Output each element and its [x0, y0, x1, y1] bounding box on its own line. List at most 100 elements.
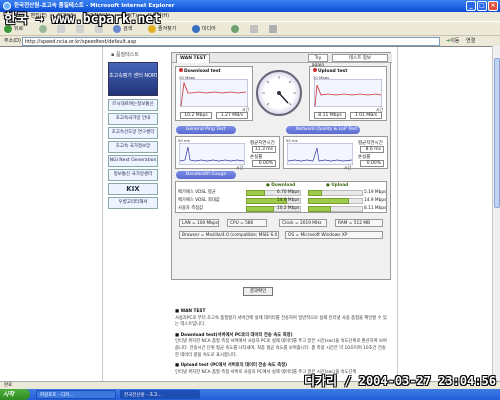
address-label: 주소(D) [4, 38, 21, 44]
sidebar-item-research-center[interactable]: 초고속선도망 연구센터 [108, 127, 158, 139]
ping-right-avg: 8.6 ms [360, 146, 384, 153]
download-test-text: 인터넷 위지한 NCA 품질 측정 서버에서 사용자 PC로 실제 데이터를 주… [175, 339, 387, 358]
ping-graph-left: 50 ms 시간 평균지연시간 11.3 ms 손실률 0.00% [175, 136, 280, 170]
scrollbar-thumb[interactable] [494, 58, 500, 208]
result-row-1: 메가패스 VDSL 최대값 14.9 Mbps 14.9 Mbps [176, 197, 388, 205]
download-value: 14.9 Mbps [277, 198, 300, 203]
upload-bar [308, 206, 331, 212]
result-check-button[interactable]: 결과확인 [243, 287, 273, 296]
ping-left-time-label: 시간 [236, 165, 243, 170]
download-dot-icon [179, 68, 183, 72]
upload-value: 8.11 Mbps [364, 206, 387, 211]
upload-bar [308, 190, 322, 196]
download-value: 10.2 Mbps [277, 206, 300, 211]
maximize-button[interactable]: □ [477, 1, 487, 11]
start-button[interactable]: 시작 [0, 389, 30, 400]
upload-label: Upload test [313, 68, 347, 74]
ping-graph-right: 50 ms 시간 평균지연시간 8.6 ms 손실률 0.00% [283, 136, 388, 170]
upload-value: 5.19 Mbps [364, 190, 387, 195]
ping-left-trace [179, 143, 245, 165]
ping-left-loss: 0.00% [252, 160, 276, 167]
sidebar-item-ngi[interactable]: NGI Next Generation [108, 155, 158, 167]
sidebar-banner[interactable]: 초고속평가 센터 NORTH [108, 62, 158, 96]
minimize-button[interactable]: _ [466, 1, 476, 11]
download-test-heading: ■ Download test(서버에서 PC로의 데이터 전송 속도 측정) [175, 332, 293, 338]
network-section-header: Network Quality & LoP Test [286, 126, 360, 134]
result-row-2: 사용자 측정값 10.2 Mbps 8.11 Mbps [176, 205, 388, 213]
sidebar-item-national-network[interactable]: 초고속 국가정보망 [108, 141, 158, 153]
try-again-button[interactable]: Try again [308, 54, 328, 68]
sidebar-item-network-center[interactable]: 정보통신 국가망센터 [108, 169, 158, 181]
page-content: ▪ 품질테스트 초고속평가 센터 NORTH IT시대로여는정보통신 초고속국가… [0, 46, 492, 381]
download-value: 6.70 Mbps [277, 190, 300, 195]
close-button[interactable]: × [488, 1, 498, 11]
status-text: 완료 [4, 383, 13, 388]
cpu-info: CPU = 586 [227, 219, 267, 227]
result-row-0: 메가패스 VDSL 평균 6.70 Mbps 5.19 Mbps [176, 189, 388, 197]
ping-left-avg: 11.3 ms [252, 146, 276, 153]
download-bar [246, 190, 265, 196]
row-label: 메가패스 VDSL 평균 [178, 190, 216, 195]
ping-right-loss: 0.00% [360, 160, 384, 167]
download-label: Download test [179, 68, 221, 74]
history-button[interactable] [231, 24, 241, 33]
download-trace [180, 79, 248, 107]
ping-section-header: General Ping Test [176, 126, 236, 134]
upload-graph: Upload test 20 Mbps 시간 8.11 Mbps 1.01 MB… [309, 66, 387, 121]
taskbar: 시작 파랑포토 - 디카... 한국전산원 - 초고... [0, 389, 500, 400]
bandwidth-section-header: Bandwidth Gauge [176, 171, 236, 179]
gauge-needle [262, 76, 296, 106]
download-graph: Download test 20 Mbps 시간 10.2 Mbps 1.27 … [175, 66, 253, 121]
wan-test-text: 사용자PC로 부터 초고속 품질평가 서버간에 실제 데이터를 전송하여 일반적… [175, 315, 387, 328]
media-icon [191, 24, 200, 33]
go-button[interactable]: ➔이동 [446, 37, 459, 46]
download-bar [246, 206, 274, 212]
ping-right-time-label: 시간 [344, 165, 351, 170]
test-info-button[interactable]: 테스트 정보 [332, 54, 388, 62]
taskbar-item-browser[interactable]: 한국전산원 - 초고... [120, 390, 200, 399]
sidebar-item-it[interactable]: IT시대로여는정보통신 [108, 99, 158, 111]
speed-gauge [256, 70, 302, 116]
timestamp-overlay: 디카리 / 2004-03-27 23:04:56 [303, 374, 496, 388]
sidebar-item-kix[interactable]: KIX [108, 183, 158, 195]
description: ■ WAN TEST 사용자PC로 부터 초고속 품질평가 서버간에 실제 데이터… [175, 309, 389, 380]
os-info: OS = Microsoft Windows XP [285, 231, 383, 239]
history-icon [231, 24, 240, 33]
lan-info: LAN = 100 Mbps [179, 219, 219, 227]
taskbar-item-photo[interactable]: 파랑포토 - 디카... [36, 390, 116, 399]
upload-test-heading: ■ Upload test (PC에서 서버로의 데이터 전송 속도 측정) [175, 363, 288, 369]
watermark-text: 한국 → www.bcpark.net [4, 12, 161, 27]
clock-info: Clock = 2019 MHz [279, 219, 327, 227]
row-label: 사용자 측정값 [178, 206, 204, 211]
mail-button[interactable] [249, 24, 260, 33]
mail-icon [249, 24, 258, 33]
row-label: 메가패스 VDSL 최대값 [178, 198, 220, 203]
page-box: ▪ 품질테스트 초고속평가 센터 NORTH IT시대로여는정보통신 초고속국가… [102, 47, 398, 381]
download-mbps: 10.2 Mbps [180, 112, 212, 119]
sidebar-item-network-guide[interactable]: 초고속국가망 안내 [108, 113, 158, 125]
download-mbs: 1.27 MB/s [216, 112, 248, 119]
print-button[interactable] [268, 24, 279, 33]
upload-trace [314, 79, 382, 107]
upload-mbs: 1.01 MB/s [350, 112, 382, 119]
ping-right-trace [287, 143, 353, 165]
links-button[interactable]: 연결 [466, 37, 475, 46]
print-icon [268, 24, 277, 33]
ram-info: RAM = 512 MB [335, 219, 383, 227]
upload-mbps: 8.11 Mbps [314, 112, 346, 119]
media-button[interactable]: 미디어 [191, 24, 223, 33]
sidebar-item-misc[interactable]: 우병고리터해서 [108, 197, 158, 209]
sidebar: 초고속평가 센터 NORTH IT시대로여는정보통신 초고속국가망 안내 초고속… [108, 62, 158, 211]
address-bar: 주소(D) http://speed.ncia.or.kr/speedtest/… [0, 35, 500, 46]
tab-wan-test[interactable]: WAN TEST [176, 54, 210, 63]
results-table: ● Download ● Upload 메가패스 VDSL 평균 6.70 Mb… [175, 181, 387, 213]
upload-value: 14.9 Mbps [364, 198, 387, 203]
address-input[interactable]: http://speed.ncia.or.kr/speedtest/defaul… [22, 37, 440, 46]
system-info: LAN = 100 Mbps CPU = 586 Clock = 2019 MH… [175, 219, 387, 241]
upload-dot-icon [313, 68, 317, 72]
browser-info: Browser = Mozilla/4.0 (compatible; MSIE … [179, 231, 279, 239]
wan-test-heading: ■ WAN TEST [175, 309, 206, 314]
breadcrumb: ▪ 품질테스트 [111, 52, 139, 58]
vertical-scrollbar[interactable] [492, 46, 500, 381]
browser-window: 한국전산원-초고속 품질테스트 - Microsoft Internet Exp… [0, 0, 500, 400]
